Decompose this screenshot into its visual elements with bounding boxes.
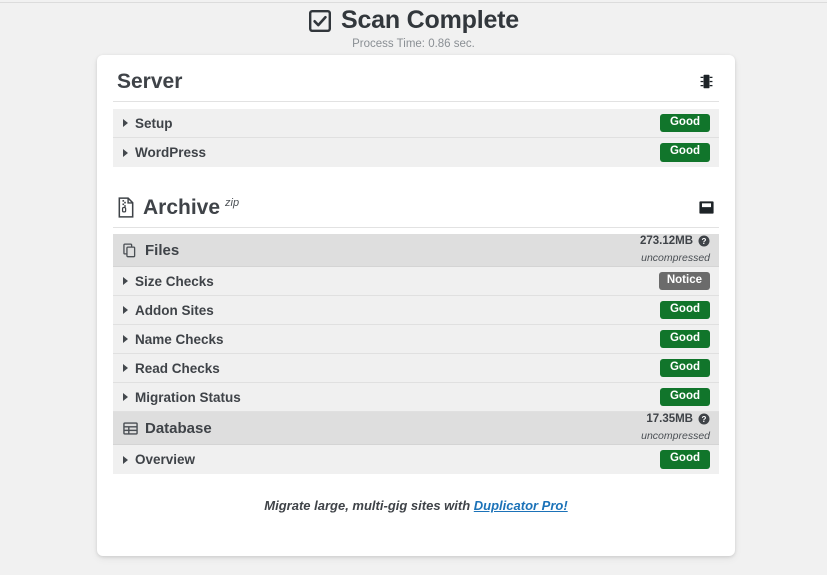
row-label-name-checks: Name Checks xyxy=(123,332,224,347)
row-label-setup: Setup xyxy=(123,116,173,131)
status-badge: Notice xyxy=(658,271,710,291)
page-title-text: Scan Complete xyxy=(340,6,519,34)
row-label-size-checks: Size Checks xyxy=(123,274,214,289)
row-setup[interactable]: Setup Good xyxy=(113,109,719,138)
chevron-right-icon[interactable] xyxy=(123,455,128,464)
section-title-server: Server xyxy=(117,71,182,92)
row-label-read-checks: Read Checks xyxy=(123,361,220,376)
files-size-note: uncompressed xyxy=(641,251,710,264)
group-row-database[interactable]: Database 17.35MB ? uncompressed xyxy=(113,412,719,445)
row-overview[interactable]: Overview Good xyxy=(113,445,719,474)
checkbox-checked-icon xyxy=(308,9,332,33)
status-badge: Good xyxy=(660,300,710,320)
status-badge: Good xyxy=(660,113,710,133)
chevron-right-icon[interactable] xyxy=(123,148,128,157)
file-archive-icon xyxy=(117,197,136,218)
row-size-checks[interactable]: Size Checks Notice xyxy=(113,267,719,296)
status-badge: Good xyxy=(660,450,710,469)
upsell-text: Migrate large, multi-gig sites with xyxy=(264,498,474,513)
row-addon-sites[interactable]: Addon Sites Good xyxy=(113,296,719,325)
archive-rows: Files 273.12MB ? uncompressed Size Check… xyxy=(113,234,719,474)
status-badge: Good xyxy=(660,387,710,407)
chevron-right-icon[interactable] xyxy=(123,393,128,401)
group-row-files[interactable]: Files 273.12MB ? uncompressed xyxy=(113,234,719,267)
row-name-checks[interactable]: Name Checks Good xyxy=(113,325,719,354)
top-divider xyxy=(0,2,827,3)
row-label-wordpress: WordPress xyxy=(123,145,206,160)
files-size-block: 273.12MB ? uncompressed xyxy=(640,235,710,265)
group-text: Database xyxy=(145,419,212,437)
database-size-block: 17.35MB ? uncompressed xyxy=(641,413,710,443)
group-label-files: Files xyxy=(123,242,179,259)
group-label-database: Database xyxy=(123,420,212,437)
save-icon xyxy=(698,199,715,216)
table-grid-icon xyxy=(123,421,138,436)
upsell-footer: Migrate large, multi-gig sites with Dupl… xyxy=(113,498,719,513)
row-text: Size Checks xyxy=(135,273,214,289)
chevron-right-icon[interactable] xyxy=(123,306,128,314)
server-rows: Setup Good WordPress Good xyxy=(113,109,719,167)
database-size-line: 17.35MB ? xyxy=(641,413,710,426)
section-title-archive: Archive zip xyxy=(117,197,239,218)
status-badge: Good xyxy=(660,143,710,162)
files-size-line: 273.12MB ? xyxy=(640,235,710,248)
database-size-note: uncompressed xyxy=(641,429,710,442)
question-circle-icon[interactable]: ? xyxy=(698,413,710,425)
chevron-right-icon[interactable] xyxy=(123,335,128,343)
group-text: Files xyxy=(145,241,180,259)
row-text: Addon Sites xyxy=(135,302,214,318)
page-header: Scan Complete Process Time: 0.86 sec. xyxy=(0,8,827,51)
chevron-right-icon[interactable] xyxy=(123,364,128,372)
section-title-archive-superscript: zip xyxy=(225,197,240,209)
chevron-right-icon[interactable] xyxy=(123,119,128,127)
question-circle-icon[interactable]: ? xyxy=(698,235,710,247)
row-migration-status[interactable]: Migration Status Good xyxy=(113,383,719,412)
svg-text:?: ? xyxy=(702,237,707,246)
page-title: Scan Complete xyxy=(0,8,827,33)
status-badge: Good xyxy=(660,329,710,349)
row-label-migration-status: Migration Status xyxy=(123,390,241,405)
row-label-addon-sites: Addon Sites xyxy=(123,303,214,318)
files-copy-icon xyxy=(123,242,138,258)
row-text: Overview xyxy=(135,452,196,467)
svg-text:?: ? xyxy=(702,415,707,424)
row-text: WordPress xyxy=(135,145,207,160)
files-size-value: 273.12MB xyxy=(639,234,693,247)
process-time: Process Time: 0.86 sec. xyxy=(352,38,475,50)
section-header-server: Server xyxy=(113,55,719,102)
row-text: Setup xyxy=(135,115,173,131)
chevron-right-icon[interactable] xyxy=(123,277,128,285)
row-label-overview: Overview xyxy=(123,452,195,467)
row-text: Name Checks xyxy=(135,331,224,347)
microchip-icon xyxy=(698,73,715,90)
row-text: Migration Status xyxy=(135,389,241,405)
duplicator-pro-link[interactable]: Duplicator Pro! xyxy=(474,498,568,513)
section-title-archive-text: Archive xyxy=(143,196,221,219)
section-title-server-text: Server xyxy=(117,70,183,93)
row-text: Read Checks xyxy=(135,360,220,376)
scan-results-card: Server Setup Good WordPress Good Archive… xyxy=(97,55,735,556)
status-badge: Good xyxy=(660,358,710,378)
database-size-value: 17.35MB xyxy=(646,412,693,425)
section-header-archive: Archive zip xyxy=(113,167,719,228)
row-wordpress[interactable]: WordPress Good xyxy=(113,138,719,167)
row-read-checks[interactable]: Read Checks Good xyxy=(113,354,719,383)
